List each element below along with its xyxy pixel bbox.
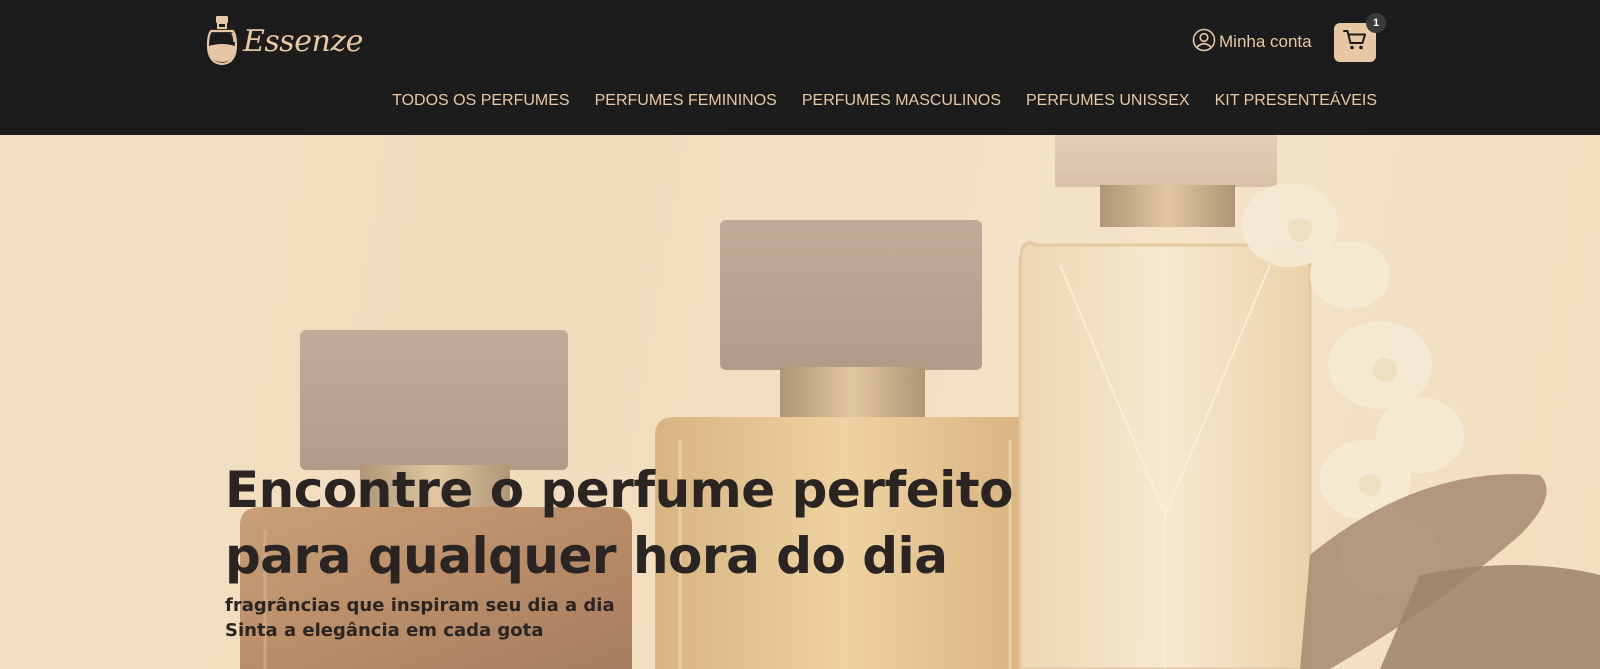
site-header: Essenze Minha conta 1 TODOS OS PERFUMES … [0,0,1600,135]
hero-title-line1: Encontre o perfume perfeito [225,461,1014,519]
hero-title: Encontre o perfume perfeito para qualque… [225,457,1025,589]
nav-item-perfumes-femininos[interactable]: PERFUMES FEMININOS [595,92,777,110]
shopping-cart-icon [1343,29,1367,56]
user-circle-icon [1192,28,1219,57]
cart-button[interactable]: 1 [1334,13,1386,62]
account-link[interactable]: Minha conta [1192,28,1312,57]
nav-item-kit-presenteaveis[interactable]: KIT PRESENTEÁVEIS [1215,92,1377,110]
nav-item-perfumes-unissex[interactable]: PERFUMES UNISSEX [1026,92,1190,110]
brand-logo[interactable]: Essenze [205,14,363,68]
hero-title-line2: para qualquer hora do dia [225,527,948,585]
cart-count-badge: 1 [1366,13,1386,33]
main-nav: TODOS OS PERFUMES PERFUMES FEMININOS PER… [367,92,1377,110]
nav-item-todos-os-perfumes[interactable]: TODOS OS PERFUMES [392,92,570,110]
perfume-bottle-icon [205,15,239,67]
brand-name: Essenze [243,23,363,59]
hero-subtitle-line1: fragrâncias que inspiram seu dia a dia [225,595,615,616]
hero-banner: Encontre o perfume perfeito para qualque… [0,135,1600,669]
nav-item-perfumes-masculinos[interactable]: PERFUMES MASCULINOS [802,92,1001,110]
hero-subtitle: fragrâncias que inspiram seu dia a dia S… [225,593,615,643]
hero-subtitle-line2: Sinta a elegância em cada gota [225,620,544,641]
account-label: Minha conta [1219,32,1312,51]
